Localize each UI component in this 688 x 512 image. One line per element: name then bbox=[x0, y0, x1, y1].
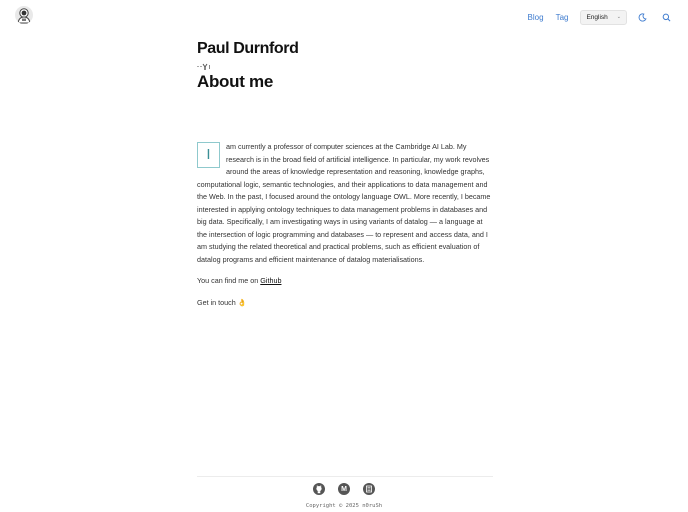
author-avatar-icon bbox=[197, 62, 493, 70]
dropcap-letter: I bbox=[197, 142, 220, 168]
blog-icon[interactable] bbox=[363, 483, 375, 495]
copyright-text: Copyright © 2025 n0ruSh bbox=[305, 503, 383, 509]
chevron-down-icon: ⌄ bbox=[616, 14, 621, 20]
search-icon[interactable] bbox=[660, 11, 672, 23]
site-header: Blog Tag English ⌄ bbox=[0, 0, 688, 34]
github-link[interactable]: Github bbox=[260, 276, 281, 285]
medium-icon[interactable]: M bbox=[338, 483, 350, 495]
find-me-paragraph: You can find me on Github bbox=[197, 275, 493, 288]
site-name: Paul Durnford bbox=[197, 40, 299, 57]
main-content: Paul Durnford About me I am currently a … bbox=[197, 38, 493, 309]
social-links: M bbox=[313, 483, 375, 495]
astronaut-avatar-icon[interactable] bbox=[15, 6, 33, 24]
footer-divider bbox=[197, 476, 493, 477]
nav-tag-link[interactable]: Tag bbox=[556, 13, 569, 22]
language-select[interactable]: English ⌄ bbox=[580, 9, 627, 25]
find-me-text: You can find me on bbox=[197, 276, 261, 285]
bio-text: am currently a professor of computer sci… bbox=[197, 142, 491, 264]
main-nav: Blog Tag English ⌄ bbox=[528, 8, 672, 26]
bio-paragraph: I am currently a professor of computer s… bbox=[197, 141, 493, 266]
moon-icon[interactable] bbox=[636, 11, 648, 23]
nav-blog-link[interactable]: Blog bbox=[528, 13, 544, 22]
language-selected-value: English bbox=[586, 13, 608, 21]
get-in-touch-text: Get in touch 👌 bbox=[197, 297, 247, 307]
github-icon[interactable] bbox=[313, 483, 325, 495]
page-title: About me bbox=[197, 72, 273, 91]
